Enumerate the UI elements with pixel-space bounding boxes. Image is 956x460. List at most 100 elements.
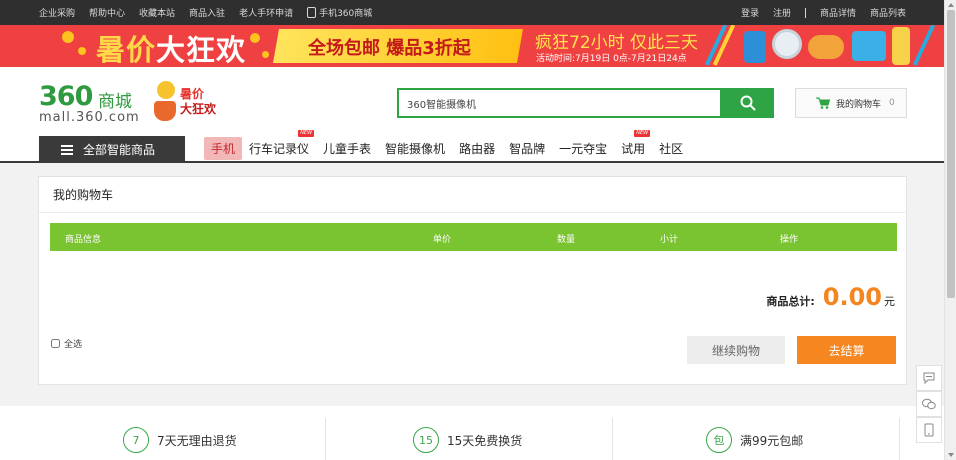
nav-item-label: 社区 <box>659 142 684 156</box>
link-merchant-join[interactable]: 商品入驻 <box>189 6 225 19</box>
nav-item-label: 行车记录仪 <box>249 142 310 156</box>
mobile-icon <box>924 423 934 437</box>
cart-total: 商品总计: 0.00 元 <box>766 283 895 311</box>
column-quantity: 数量 <box>557 235 576 245</box>
nav-item-community[interactable]: 社区 <box>652 137 690 160</box>
link-bookmark-site[interactable]: 收藏本站 <box>139 6 175 19</box>
nav-items: 手机 行车记录仪 NEW 儿童手表 智能摄像机 路由器 智品牌 一元夺宝 试用 NE… <box>204 130 690 161</box>
logo-number[interactable]: 360 <box>39 81 93 112</box>
nav-item-label: 一元夺宝 <box>559 142 608 156</box>
divider <box>39 212 906 213</box>
select-all[interactable]: 全选 <box>51 337 82 350</box>
wechat-icon <box>922 398 936 410</box>
select-all-label: 全选 <box>64 340 83 350</box>
service-exchange: 15 15天免费换货 <box>413 427 522 453</box>
product-speaker-image <box>744 31 766 63</box>
cart-table-header: 商品信息 单价 数量 小计 操作 <box>50 223 897 251</box>
free-shipping-icon: 包 <box>706 427 732 453</box>
product-device-image <box>852 31 886 61</box>
nav-item-label: 智能摄像机 <box>385 142 446 156</box>
mini-cart-button[interactable]: 我的购物车 0 <box>795 88 907 118</box>
link-register[interactable]: 注册 <box>773 6 791 19</box>
scroll-up-arrow-icon[interactable] <box>948 3 954 7</box>
coin-decoration <box>62 31 74 43</box>
nav-item-smart-brand[interactable]: 智品牌 <box>502 137 552 160</box>
coin-decoration <box>262 51 269 58</box>
promo-line1: 暑价 <box>180 87 205 101</box>
new-badge: NEW <box>298 130 315 137</box>
nav-item-phone[interactable]: 手机 <box>204 137 243 160</box>
nav-item-label: 路由器 <box>459 142 496 156</box>
continue-shopping-button[interactable]: 继续购物 <box>687 336 785 364</box>
service-strip: 7 7天无理由退货 15 15天免费换货 包 满99元包邮 <box>0 406 944 460</box>
divider <box>804 7 806 18</box>
checkout-button[interactable]: 去结算 <box>797 336 896 364</box>
nav-item-router[interactable]: 路由器 <box>452 137 502 160</box>
nav-item-dashcam[interactable]: 行车记录仪 NEW <box>242 130 316 160</box>
column-actions: 操作 <box>780 235 799 245</box>
banner-time: 活动时间:7月19日 0点-7月21日24点 <box>536 54 687 64</box>
search-icon <box>740 95 756 111</box>
coin-decoration <box>78 47 86 55</box>
new-badge: NEW <box>634 130 651 137</box>
service-label: 满99元包邮 <box>740 433 804 448</box>
promo-banner[interactable]: 暑价大狂欢 全场包邮 爆品3折起 疯狂72小时 仅此三天 活动时间:7月19日 … <box>0 25 944 67</box>
total-label: 商品总计: <box>766 295 815 308</box>
column-unit-price: 单价 <box>433 235 452 245</box>
product-router-image <box>892 27 910 65</box>
scrollbar-thumb[interactable] <box>947 10 955 298</box>
logo-mall[interactable]: 商城 <box>98 87 132 112</box>
nav-item-label: 儿童手表 <box>323 142 372 156</box>
link-product-list[interactable]: 商品列表 <box>870 6 906 19</box>
cart-title: 我的购物车 <box>53 188 114 202</box>
link-product-detail[interactable]: 商品详情 <box>820 6 856 19</box>
stripe-decoration <box>912 25 936 66</box>
all-categories-button[interactable]: 全部智能商品 <box>39 136 185 163</box>
product-camera-image <box>772 29 802 59</box>
column-subtotal: 小计 <box>660 235 679 245</box>
page-scrollbar[interactable] <box>944 0 956 460</box>
select-all-checkbox[interactable] <box>51 339 60 348</box>
feedback-button[interactable] <box>916 365 942 391</box>
all-categories-label: 全部智能商品 <box>83 143 156 157</box>
nav-item-one-yuan[interactable]: 一元夺宝 <box>552 137 614 160</box>
link-enterprise-purchase[interactable]: 企业采购 <box>39 6 75 19</box>
return-icon: 7 <box>123 427 149 453</box>
nav-item-label: 试用 <box>621 142 646 156</box>
phone-icon <box>307 7 317 18</box>
nav-item-trial[interactable]: 试用 NEW <box>614 130 652 160</box>
link-login[interactable]: 登录 <box>741 6 759 19</box>
product-watch-image <box>808 35 844 59</box>
link-elderly-bracelet[interactable]: 老人手环申请 <box>239 6 293 19</box>
menu-icon <box>61 144 73 155</box>
promo-line2: 大狂欢 <box>180 102 217 116</box>
logo-domain[interactable]: mall.360.com <box>39 110 140 125</box>
divider <box>325 418 326 460</box>
scroll-down-arrow-icon[interactable] <box>948 453 954 457</box>
search-button[interactable] <box>722 88 774 118</box>
nav-item-smart-camera[interactable]: 智能摄像机 <box>378 137 452 160</box>
total-currency: 元 <box>884 295 895 308</box>
top-bar: 企业采购 帮助中心 收藏本站 商品入驻 老人手环申请 手机360商城 登录 注册… <box>0 0 944 25</box>
coin-decoration <box>250 33 260 43</box>
banner-free-shipping: 全场包邮 爆品3折起 <box>308 38 471 59</box>
cart-panel: 我的购物车 商品信息 单价 数量 小计 操作 商品总计: 0.00 元 全选 继… <box>38 176 907 385</box>
mobile-app-button[interactable] <box>916 417 942 443</box>
header-promo[interactable]: 暑价 大狂欢 <box>180 87 216 117</box>
site-header: 360 商城 mall.360.com 暑价 大狂欢 我的购物车 0 <box>0 67 944 136</box>
search-input[interactable] <box>399 90 720 116</box>
search-box <box>397 88 722 118</box>
link-mobile-mall[interactable]: 手机360商城 <box>307 6 372 19</box>
exchange-icon: 15 <box>413 427 439 453</box>
divider <box>899 418 900 460</box>
wechat-button[interactable] <box>916 391 942 417</box>
cart-icon <box>816 97 830 109</box>
nav-item-label: 智品牌 <box>509 142 546 156</box>
link-help-center[interactable]: 帮助中心 <box>89 6 125 19</box>
total-amount: 0.00 <box>822 283 882 311</box>
nav-item-label: 手机 <box>211 142 236 156</box>
nav-item-kids-watch[interactable]: 儿童手表 <box>316 137 378 160</box>
banner-headline: 暑价大狂欢 <box>96 33 247 67</box>
service-free-shipping: 包 满99元包邮 <box>706 427 803 453</box>
mobile-mall-label: 手机360商城 <box>319 9 373 19</box>
